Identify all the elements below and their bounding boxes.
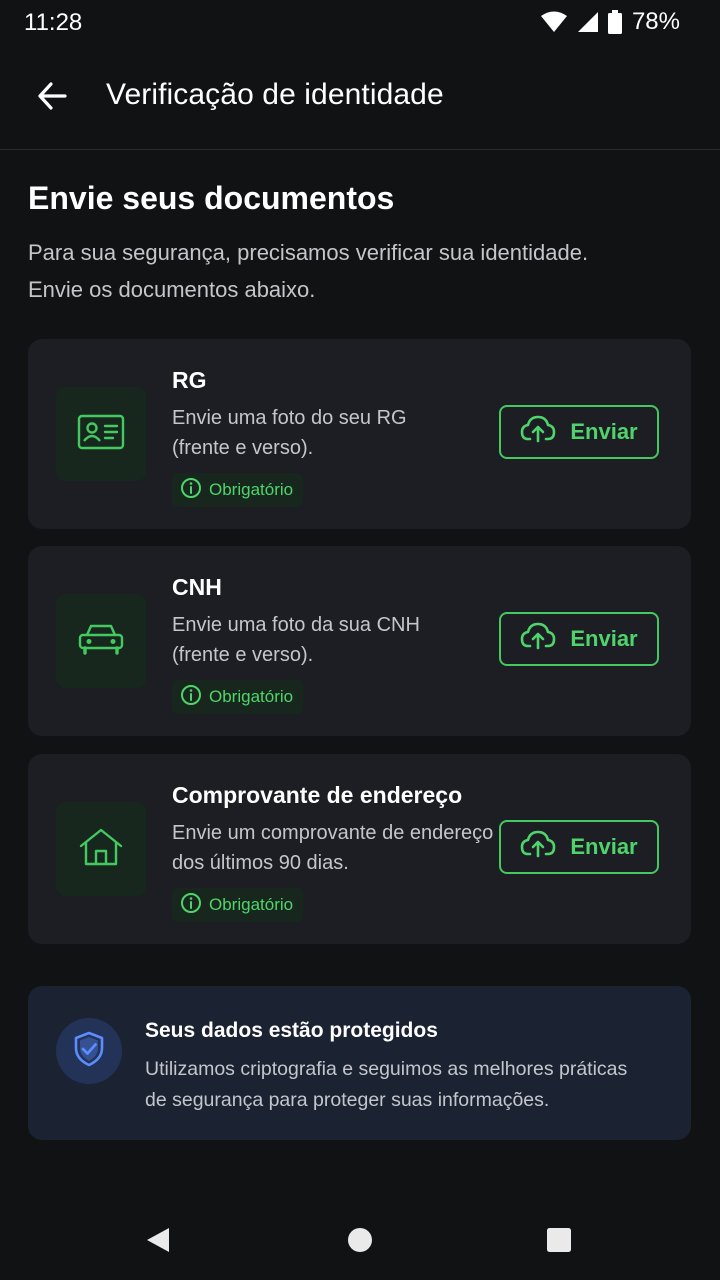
security-description-line: de segurança para proteger suas informaç… bbox=[145, 1089, 550, 1111]
required-badge: Obrigatório bbox=[172, 888, 304, 922]
required-badge: Obrigatório bbox=[172, 680, 304, 714]
send-button-label: Enviar bbox=[570, 834, 638, 859]
document-description: Envie uma foto da sua CNH (frente e vers… bbox=[172, 610, 502, 670]
square-recents-icon bbox=[546, 1227, 572, 1258]
document-title: CNH bbox=[172, 574, 222, 600]
id-card-icon bbox=[77, 414, 125, 455]
required-badge-label: Obrigatório bbox=[209, 895, 294, 914]
document-description: Envie um comprovante de endereço dos últ… bbox=[172, 818, 502, 878]
shield-icon-container bbox=[56, 1018, 122, 1084]
car-icon bbox=[77, 621, 125, 662]
nav-back-button[interactable] bbox=[138, 1222, 178, 1262]
section-description: Para sua segurança, precisamos verificar… bbox=[28, 234, 668, 308]
document-title: RG bbox=[172, 367, 207, 393]
info-icon bbox=[180, 684, 202, 711]
page-title: Verificação de identidade bbox=[106, 78, 444, 111]
battery-icon bbox=[607, 10, 622, 34]
arrow-left-icon bbox=[37, 81, 67, 115]
back-button[interactable] bbox=[26, 72, 78, 124]
cloud-upload-icon bbox=[520, 622, 556, 656]
shield-check-icon bbox=[73, 1031, 105, 1072]
security-title: Seus dados estão protegidos bbox=[145, 1019, 438, 1042]
status-time: 11:28 bbox=[24, 9, 83, 36]
document-description-line: (frente e verso). bbox=[172, 644, 314, 666]
send-rg-button[interactable]: Enviar bbox=[499, 405, 659, 459]
app-bar: Verificação de identidade bbox=[0, 46, 720, 150]
section-description-line: Para sua segurança, precisamos verificar… bbox=[28, 240, 589, 265]
wifi-icon bbox=[540, 10, 568, 34]
nav-recents-button[interactable] bbox=[539, 1222, 579, 1262]
nav-home-button[interactable] bbox=[340, 1222, 380, 1262]
document-icon-box bbox=[56, 802, 146, 896]
security-description-line: Utilizamos criptografia e seguimos as me… bbox=[145, 1058, 628, 1080]
document-icon-box bbox=[56, 594, 146, 688]
security-notice: Seus dados estão protegidos Utilizamos c… bbox=[28, 986, 691, 1140]
cloud-upload-icon bbox=[520, 415, 556, 449]
send-button-label: Enviar bbox=[570, 626, 638, 651]
triangle-back-icon bbox=[145, 1226, 171, 1259]
cloud-upload-icon bbox=[520, 830, 556, 864]
document-icon-box bbox=[56, 387, 146, 481]
info-icon bbox=[180, 477, 202, 504]
document-description-line: dos últimos 90 dias. bbox=[172, 852, 349, 874]
circle-home-icon bbox=[347, 1227, 373, 1258]
document-description-line: (frente e verso). bbox=[172, 437, 314, 459]
send-address-button[interactable]: Enviar bbox=[499, 820, 659, 874]
document-description: Envie uma foto do seu RG (frente e verso… bbox=[172, 403, 502, 463]
send-button-label: Enviar bbox=[570, 419, 638, 444]
document-description-line: Envie um comprovante de endereço bbox=[172, 822, 494, 844]
document-card-cnh: CNH Envie uma foto da sua CNH (frente e … bbox=[28, 546, 691, 736]
battery-percentage: 78% bbox=[631, 8, 680, 35]
security-description: Utilizamos criptografia e seguimos as me… bbox=[145, 1054, 665, 1116]
document-title: Comprovante de endereço bbox=[172, 782, 463, 808]
status-bar: 11:28 78% bbox=[0, 0, 720, 46]
system-nav-bar bbox=[0, 1200, 720, 1280]
required-badge-label: Obrigatório bbox=[209, 687, 294, 706]
document-description-line: Envie uma foto do seu RG bbox=[172, 407, 407, 429]
section-title: Envie seus documentos bbox=[28, 180, 395, 216]
cell-signal-icon bbox=[576, 10, 600, 34]
required-badge-label: Obrigatório bbox=[209, 480, 294, 499]
document-card-rg: RG Envie uma foto do seu RG (frente e ve… bbox=[28, 339, 691, 529]
required-badge: Obrigatório bbox=[172, 473, 304, 507]
document-description-line: Envie uma foto da sua CNH bbox=[172, 614, 420, 636]
info-icon bbox=[180, 892, 202, 919]
status-icons: 78% bbox=[540, 8, 680, 36]
section-description-line: Envie os documentos abaixo. bbox=[28, 277, 316, 302]
house-icon bbox=[78, 827, 124, 872]
send-cnh-button[interactable]: Enviar bbox=[499, 612, 659, 666]
document-card-address: Comprovante de endereço Envie um comprov… bbox=[28, 754, 691, 944]
